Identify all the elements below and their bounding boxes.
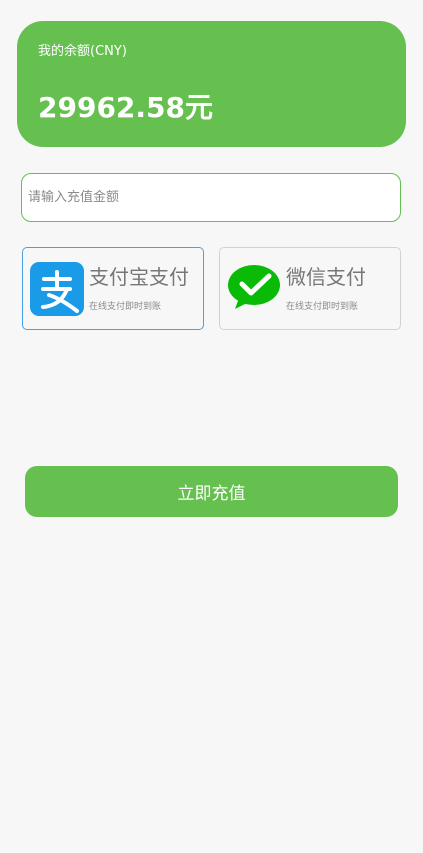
balance-amount: 29962.58元 (38, 91, 214, 124)
payment-option-alipay[interactable]: 支付宝支付 在线支付即时到账 (22, 247, 204, 330)
recharge-now-button[interactable]: 立即充值 (25, 466, 398, 517)
recharge-amount-input[interactable] (21, 173, 401, 222)
wechat-pay-icon (228, 265, 280, 309)
wechat-subtitle: 在线支付即时到账 (286, 302, 359, 312)
alipay-icon (30, 262, 84, 316)
alipay-subtitle: 在线支付即时到账 (89, 302, 162, 312)
balance-label: 我的余额(CNY) (38, 44, 127, 59)
wechat-title: 微信支付 (286, 265, 366, 289)
balance-card: 我的余额(CNY) 29962.58元 (17, 21, 406, 147)
alipay-title: 支付宝支付 (89, 265, 189, 289)
payment-option-wechat[interactable]: 微信支付 在线支付即时到账 (219, 247, 401, 330)
